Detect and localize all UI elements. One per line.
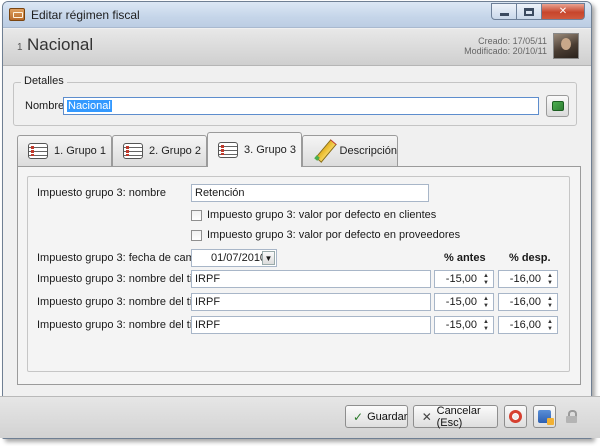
default-suppliers-checkbox[interactable] (191, 230, 202, 241)
type-3-before-spinner[interactable]: -15,00 ▲ ▼ (434, 316, 494, 334)
tax-name-value: Retención (195, 187, 245, 199)
type-3-label: Impuesto grupo 3: nombre del tipo 3 (37, 319, 214, 331)
modified-date: Modificado: 20/10/11 (464, 46, 547, 56)
save-button[interactable]: ✓ Guardar (345, 405, 408, 428)
cancel-label: Cancelar (Esc) (436, 404, 481, 429)
type-3-input[interactable]: IRPF (191, 316, 431, 334)
spin-up-icon[interactable]: ▲ (480, 295, 492, 302)
type-3-after-spinner[interactable]: -16,00 ▲ ▼ (498, 316, 558, 334)
change-date-label: Impuesto grupo 3: fecha de cambio (37, 252, 210, 264)
tab-grupo-2[interactable]: 2. Grupo 2 (112, 135, 207, 166)
minimize-button[interactable] (491, 3, 517, 20)
type-2-value: IRPF (195, 296, 221, 308)
window-title: Editar régimen fiscal (31, 8, 140, 22)
type-3-before-value: -15,00 (445, 319, 477, 331)
maximize-icon (524, 7, 534, 16)
type-2-input[interactable]: IRPF (191, 293, 431, 311)
type-2-before-spinner[interactable]: -15,00 ▲ ▼ (434, 293, 494, 311)
details-legend: Detalles (21, 75, 67, 87)
spin-down-icon[interactable]: ▼ (480, 302, 492, 309)
cancel-button[interactable]: ✕ Cancelar (Esc) (413, 404, 498, 429)
spin-up-icon[interactable]: ▲ (544, 295, 556, 302)
minimize-icon (499, 13, 509, 16)
name-input-value: Nacional (67, 100, 112, 112)
actions-button[interactable] (533, 405, 556, 428)
after-column-header: % desp. (509, 252, 551, 264)
list-icon (123, 143, 143, 159)
default-clients-checkbox[interactable] (191, 210, 202, 221)
before-column-header: % antes (444, 252, 486, 264)
created-date: Creado: 17/05/11 (478, 36, 547, 46)
type-2-after-value: -16,00 (509, 296, 541, 308)
tab-label: Descripción (339, 145, 397, 157)
spin-down-icon[interactable]: ▼ (544, 302, 556, 309)
type-1-after-spinner[interactable]: -16,00 ▲ ▼ (498, 270, 558, 288)
default-clients-label: Impuesto grupo 3: valor por defecto en c… (207, 209, 437, 221)
window-controls: ✕ (491, 3, 585, 20)
tab-label: 1. Grupo 1 (54, 145, 106, 157)
record-name: Nacional (27, 35, 94, 54)
spin-down-icon[interactable]: ▼ (480, 325, 492, 332)
close-icon: ✕ (558, 6, 568, 17)
lifebuoy-icon (509, 410, 522, 423)
type-1-before-value: -15,00 (445, 273, 477, 285)
type-3-value: IRPF (195, 319, 221, 331)
type-1-before-spinner[interactable]: -15,00 ▲ ▼ (434, 270, 494, 288)
type-2-after-spinner[interactable]: -16,00 ▲ ▼ (498, 293, 558, 311)
pencil-icon (313, 140, 334, 162)
change-date-picker[interactable]: 01/07/2010 ▼ (191, 249, 277, 267)
spin-down-icon[interactable]: ▼ (544, 325, 556, 332)
type-1-after-value: -16,00 (509, 273, 541, 285)
spin-down-icon[interactable]: ▼ (480, 279, 492, 286)
help-button[interactable] (504, 405, 527, 428)
database-icon (538, 410, 554, 425)
user-avatar (553, 33, 579, 59)
spin-up-icon[interactable]: ▲ (480, 318, 492, 325)
translate-button[interactable] (546, 95, 569, 117)
title-bar[interactable]: Editar régimen fiscal ✕ (3, 2, 591, 28)
name-input[interactable]: Nacional (63, 97, 539, 115)
tax-name-label: Impuesto grupo 3: nombre (37, 187, 167, 199)
type-1-value: IRPF (195, 273, 221, 285)
lock-icon (566, 410, 577, 423)
change-date-value: 01/07/2010 (211, 252, 267, 264)
tab-label: 3. Grupo 3 (244, 144, 296, 156)
record-header: 1 Nacional Creado: 17/05/11 Modificado: … (3, 29, 591, 66)
tax-name-input[interactable]: Retención (191, 184, 429, 202)
tab-label: 2. Grupo 2 (149, 145, 201, 157)
spin-up-icon[interactable]: ▲ (544, 318, 556, 325)
record-number: 1 (17, 42, 23, 53)
spin-up-icon[interactable]: ▲ (544, 272, 556, 279)
type-3-after-value: -16,00 (509, 319, 541, 331)
name-label: Nombre (25, 100, 65, 112)
x-icon: ✕ (421, 409, 432, 424)
spin-up-icon[interactable]: ▲ (480, 272, 492, 279)
app-icon (9, 8, 25, 21)
maximize-button[interactable] (516, 3, 542, 20)
type-1-input[interactable]: IRPF (191, 270, 431, 288)
list-icon (218, 142, 238, 158)
checkmark-icon: ✓ (353, 409, 364, 424)
default-suppliers-label: Impuesto grupo 3: valor por defecto en p… (207, 229, 461, 241)
list-icon (28, 143, 48, 159)
save-label: Guardar (367, 410, 408, 423)
type-2-label: Impuesto grupo 3: nombre del tipo 2 (37, 296, 214, 308)
type-2-before-value: -15,00 (445, 296, 477, 308)
type-1-label: Impuesto grupo 3: nombre del tipo 1 (37, 273, 214, 285)
tab-grupo-3[interactable]: 3. Grupo 3 (207, 132, 302, 167)
chevron-down-icon[interactable]: ▼ (262, 251, 275, 265)
tab-descripcion[interactable]: Descripción (302, 135, 398, 166)
tab-grupo-1[interactable]: 1. Grupo 1 (17, 135, 112, 166)
translate-icon (551, 101, 564, 111)
close-button[interactable]: ✕ (541, 3, 585, 20)
spin-down-icon[interactable]: ▼ (544, 279, 556, 286)
